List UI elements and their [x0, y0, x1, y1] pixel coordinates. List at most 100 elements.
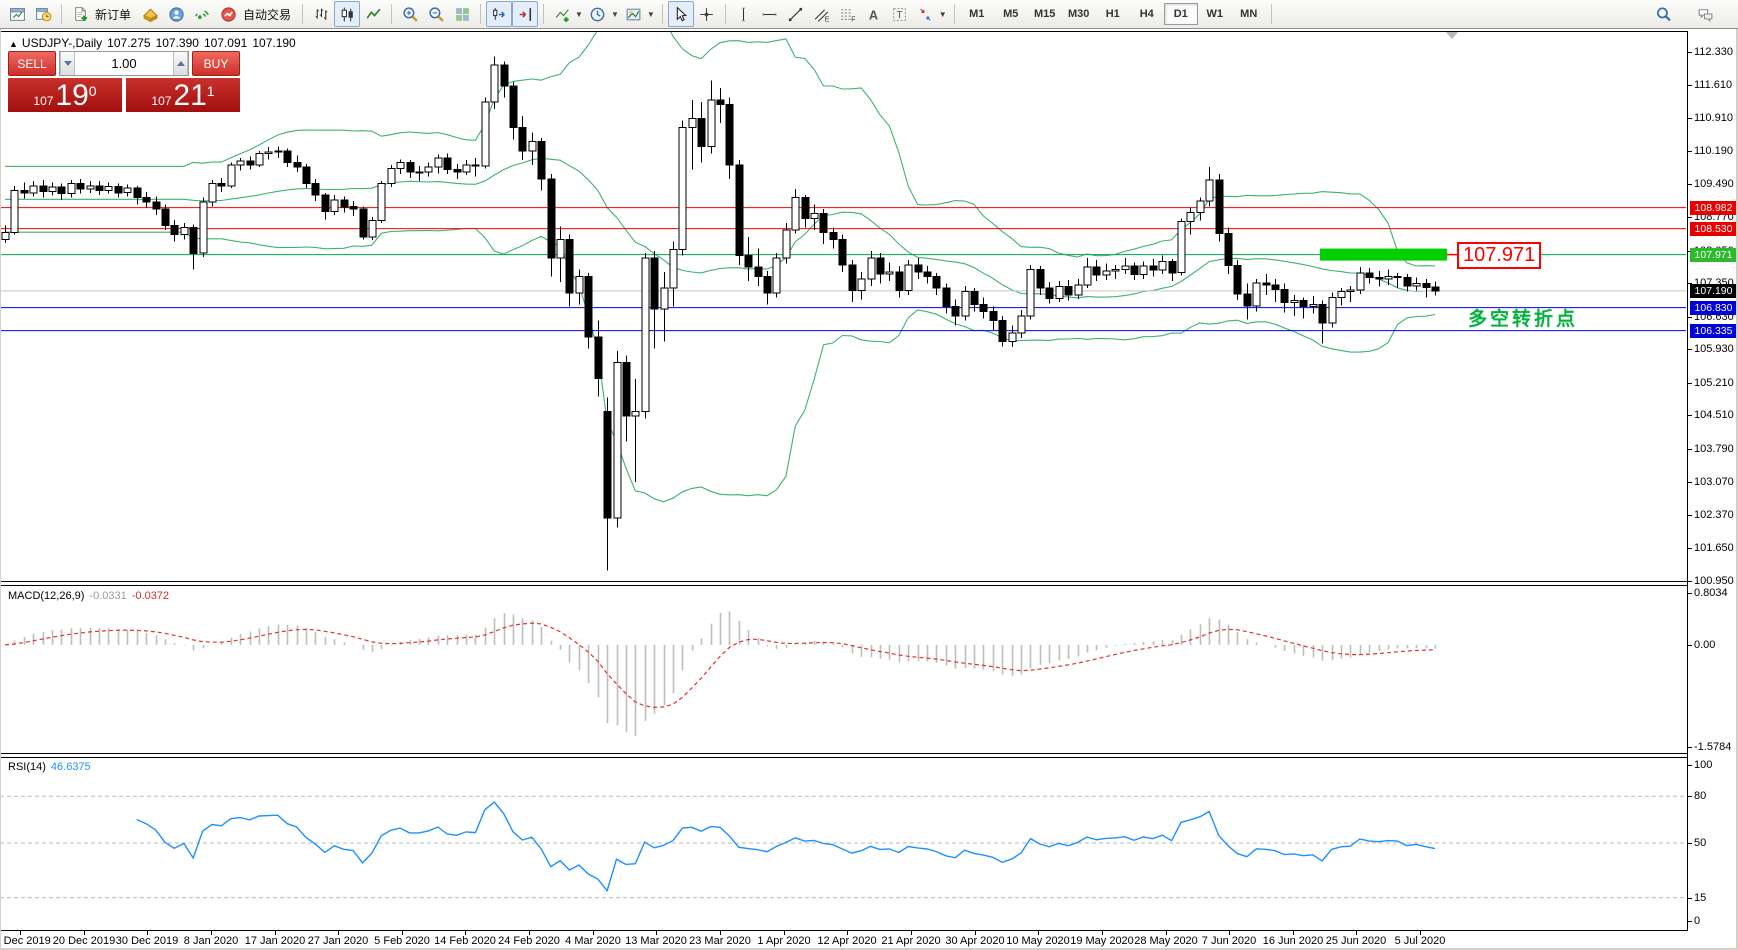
volume-input[interactable]	[75, 52, 173, 75]
buy-button[interactable]: BUY	[192, 51, 240, 76]
toolbar-indicators-button[interactable]	[549, 1, 575, 27]
axis-tick-label: 80	[1694, 790, 1706, 802]
sell-price-button[interactable]: 107190	[8, 78, 122, 112]
svg-text:A: A	[869, 7, 878, 22]
toolbar-new-order-button[interactable]	[67, 1, 93, 27]
toolbar-autotrading-button[interactable]	[215, 1, 241, 27]
toolbar-tile-windows-button[interactable]	[449, 1, 475, 27]
price-badge: 107.190	[1690, 284, 1737, 298]
toolbar-separator	[61, 4, 62, 24]
toolbar-separator	[391, 4, 392, 24]
macd-indicator-label: MACD(12,26,9)-0.0331-0.0372	[8, 590, 169, 602]
timeframe-h4-button[interactable]: H4	[1130, 3, 1164, 25]
dropdown-arrow-icon[interactable]: ▼	[575, 10, 583, 19]
toolbar-crosshair-button[interactable]	[694, 1, 720, 27]
toolbar-signals-button[interactable]	[189, 1, 215, 27]
close-value: 107.190	[252, 36, 295, 50]
axis-tick-label: 101.650	[1694, 542, 1734, 554]
rsi-indicator-label: RSI(14)46.6375	[8, 761, 91, 773]
buy-price-button[interactable]: 107211	[126, 78, 240, 112]
toolbar-vertical-line-button[interactable]	[731, 1, 757, 27]
axis-tick-label: 103.070	[1694, 476, 1734, 488]
dropdown-arrow-icon[interactable]: ▼	[939, 10, 947, 19]
date-label: 13 Mar 2020	[625, 935, 687, 947]
axis-tick	[1688, 747, 1692, 748]
toolbar-bars-chart-button[interactable]	[308, 1, 334, 27]
toolbar-profiles-button[interactable]	[30, 1, 56, 27]
axis-tick	[1688, 349, 1692, 350]
toolbar-separator	[543, 4, 544, 24]
toolbar-templates-button[interactable]	[621, 1, 647, 27]
sell-price-big: 19	[55, 81, 88, 111]
toolbar-separator	[480, 4, 481, 24]
axis-tick-label: 50	[1694, 837, 1706, 849]
equidistant-channel-icon: E	[813, 6, 830, 23]
toolbar-zoom-out-button[interactable]	[423, 1, 449, 27]
open-value: 107.275	[107, 36, 150, 50]
volume-increase-button[interactable]	[173, 52, 188, 75]
toolbar-text-label-button[interactable]: T	[887, 1, 913, 27]
timeframe-w1-button[interactable]: W1	[1198, 3, 1232, 25]
toolbar-terminal-button[interactable]	[163, 1, 189, 27]
date-label: 28 May 2020	[1134, 935, 1198, 947]
timeframe-m1-button[interactable]: M1	[960, 3, 994, 25]
line-chart-icon	[365, 6, 382, 23]
turning-point-note[interactable]: 多空转折点	[1468, 304, 1578, 331]
date-label: 12 Apr 2020	[817, 935, 876, 947]
toolbar-periods-button[interactable]	[585, 1, 611, 27]
axis-tick-label: 105.930	[1694, 343, 1734, 355]
timeframe-m15-button[interactable]: M15	[1028, 3, 1062, 25]
toolbar-fibonacci-button[interactable]: F	[835, 1, 861, 27]
buy-price-sup: 1	[207, 84, 215, 98]
toolbar-trendline-button[interactable]	[783, 1, 809, 27]
timeframe-m5-button[interactable]: M5	[994, 3, 1028, 25]
toolbar-new-chart-button[interactable]	[4, 1, 30, 27]
volume-spinner	[59, 51, 189, 76]
toolbar-metaeditor-button[interactable]	[137, 1, 163, 27]
date-label: 27 Jan 2020	[308, 935, 369, 947]
timeframe-d1-button[interactable]: D1	[1164, 3, 1198, 25]
price-level-annotation[interactable]: 107.971	[1457, 242, 1541, 269]
date-label: 24 Feb 2020	[498, 935, 560, 947]
toolbar-chat-button[interactable]	[1692, 1, 1718, 27]
symbol-period-label: USDJPY-,Daily	[22, 36, 102, 50]
dropdown-arrow-icon[interactable]: ▼	[647, 10, 655, 19]
toolbar-text-button[interactable]: A	[861, 1, 887, 27]
axis-tick-label: -1.5784	[1694, 741, 1731, 753]
toolbar-horizontal-line-button[interactable]	[757, 1, 783, 27]
toolbar-zoom-in-button[interactable]	[397, 1, 423, 27]
date-label: 17 Jan 2020	[245, 935, 306, 947]
dropdown-arrow-icon[interactable]: ▼	[611, 10, 619, 19]
toolbar-candles-chart-button[interactable]	[334, 1, 360, 27]
date-label: 1 Apr 2020	[757, 935, 810, 947]
svg-text:E: E	[825, 16, 830, 23]
toolbar-line-chart-button[interactable]	[360, 1, 386, 27]
timeframe-m30-button[interactable]: M30	[1062, 3, 1096, 25]
toolbar-equidistant-channel-button[interactable]: E	[809, 1, 835, 27]
toolbar-separator	[662, 4, 663, 24]
axis-tick-label: 0.00	[1694, 639, 1715, 651]
timeframe-h1-button[interactable]: H1	[1096, 3, 1130, 25]
panel-divider[interactable]	[0, 581, 1688, 582]
toolbar-cursor-button[interactable]	[668, 1, 694, 27]
text-label-icon: T	[891, 6, 908, 23]
price-badge: 106.830	[1690, 301, 1737, 315]
chart-canvas[interactable]	[0, 31, 1688, 931]
volume-decrease-button[interactable]	[60, 52, 75, 75]
panel-divider[interactable]	[0, 753, 1688, 754]
toolbar-arrows-button[interactable]	[913, 1, 939, 27]
sell-button[interactable]: SELL	[8, 51, 56, 76]
timeframe-mn-button[interactable]: MN	[1232, 3, 1266, 25]
toolbar-search-button[interactable]	[1650, 1, 1676, 27]
toolbar-auto-scroll-button[interactable]	[486, 1, 512, 27]
axis-tick	[1688, 796, 1692, 797]
panel-divider[interactable]	[0, 585, 1688, 586]
date-label: 5 Jul 2020	[1395, 935, 1446, 947]
axis-tick	[1688, 645, 1692, 646]
toolbar-chart-shift-button[interactable]	[512, 1, 538, 27]
date-label: 30 Apr 2020	[945, 935, 1004, 947]
price-badge: 106.335	[1690, 324, 1737, 338]
panel-divider[interactable]	[0, 757, 1688, 758]
date-label: 8 Jan 2020	[184, 935, 238, 947]
toolbar-right-icons	[1650, 1, 1718, 27]
